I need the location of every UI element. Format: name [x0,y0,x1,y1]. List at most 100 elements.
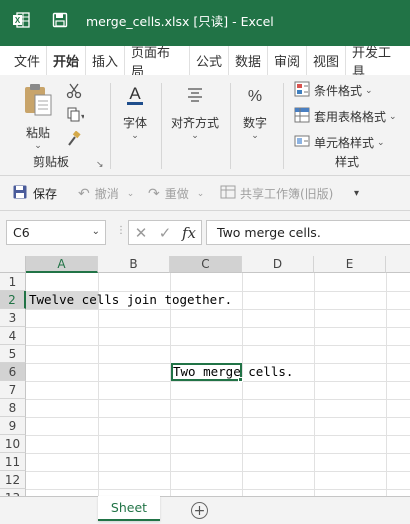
column-header-f[interactable] [386,256,410,273]
copy-icon[interactable]: ▾ [66,107,84,123]
name-box[interactable]: C6 ⌄ [6,220,106,245]
tab-page-layout[interactable]: 页面布局 [125,46,190,80]
format-as-table-button[interactable]: 套用表格格式 ⌄ [294,107,397,126]
active-cell-c6[interactable] [171,363,242,381]
qat-undo-button[interactable]: ↶ 撤消 ⌄ [78,176,134,211]
tab-view[interactable]: 视图 [307,46,346,75]
gridline [386,273,387,496]
fill-handle[interactable] [238,377,243,382]
qat-redo-label: 重做 [164,187,189,201]
excel-logo-icon: X [12,11,30,29]
gridline [26,309,410,310]
conditional-format-icon [294,81,310,100]
cell-styles-button[interactable]: 单元格样式 ⌄ [294,133,385,152]
format-painter-icon[interactable] [66,131,82,147]
qat-redo-button[interactable]: ↷ 重做 ⌄ [148,176,204,211]
gridline [26,453,410,454]
styles-group: 条件格式 ⌄ 套用表格格式 ⌄ 单元格样式 ⌄ 样式 [284,75,410,176]
paste-icon [22,83,54,120]
undo-dropdown-icon[interactable]: ⌄ [127,189,135,199]
row-header-10[interactable]: 10 [0,435,26,453]
svg-text:▾: ▾ [81,112,84,121]
percent-icon: % [244,83,266,110]
sheet-tab-sheet[interactable]: Sheet [98,496,160,521]
format-as-table-label: 套用表格格式 [314,110,387,124]
formula-buttons: ✕ ✓ fx [128,220,202,245]
tab-home[interactable]: 开始 [47,46,86,75]
column-header-a[interactable]: A [26,256,98,273]
title-bar: X merge_cells.xlsx [只读] - Excel [0,0,410,40]
formula-input[interactable]: Two merge cells. [206,220,410,245]
share-workbook-icon [220,184,236,203]
gridline [26,417,410,418]
alignment-dropdown-icon: ⌄ [191,131,199,141]
svg-text:%: % [248,88,262,105]
row-header-1[interactable]: 1 [0,273,26,291]
insert-function-icon[interactable]: fx [177,224,201,242]
column-header-c[interactable]: C [170,256,242,273]
cell-styles-icon [294,133,310,152]
confirm-icon[interactable]: ✓ [153,224,177,242]
alignment-label: 对齐方式 [171,116,220,130]
row-header-4[interactable]: 4 [0,327,26,345]
font-dropdown-icon: ⌄ [131,131,139,141]
tab-review[interactable]: 审阅 [268,46,307,75]
undo-icon: ↶ [78,185,90,202]
row-header-6[interactable]: 6 [0,363,26,381]
qat-save-label: 保存 [33,187,58,201]
paste-button[interactable]: 粘贴 ⌄ [22,83,54,151]
qat-save-button[interactable]: 保存 [12,176,57,211]
row-header-9[interactable]: 9 [0,417,26,435]
row-header-3[interactable]: 3 [0,309,26,327]
row-header-5[interactable]: 5 [0,345,26,363]
number-button[interactable]: % 数字 ⌄ [243,83,267,141]
tab-developer[interactable]: 开发工具 [346,46,410,80]
cancel-icon[interactable]: ✕ [129,224,153,242]
row-header-8[interactable]: 8 [0,399,26,417]
name-box-dropdown-icon[interactable]: ⌄ [92,226,100,237]
add-sheet-icon[interactable]: + [191,502,208,519]
formula-bar-grip-icon[interactable]: ⋮ [116,225,126,236]
qat-share-workbook-button[interactable]: 共享工作簿(旧版) [220,176,333,211]
alignment-button[interactable]: 对齐方式 ⌄ [171,83,219,141]
redo-dropdown-icon[interactable]: ⌄ [197,189,205,199]
font-color-icon: A [124,83,146,110]
row-header-2[interactable]: 2 [0,291,26,309]
clipboard-launcher-icon[interactable]: ↘ [96,160,104,170]
table-format-icon [294,107,310,126]
tab-file[interactable]: 文件 [8,46,47,75]
number-group: % 数字 ⌄ [231,75,283,176]
qat-undo-label: 撤消 [94,187,119,201]
cut-icon[interactable] [66,83,82,99]
column-header-d[interactable]: D [242,256,314,273]
font-button[interactable]: A 字体 ⌄ [123,83,147,141]
gridline [26,435,410,436]
conditional-format-label: 条件格式 [314,84,363,98]
tab-formulas[interactable]: 公式 [190,46,229,75]
conditional-format-button[interactable]: 条件格式 ⌄ [294,81,373,100]
gridline [26,327,410,328]
worksheet-grid[interactable]: A B C D E 1 2 3 4 5 6 7 8 9 10 11 12 13 … [0,256,410,496]
select-all-corner[interactable] [0,256,26,273]
paste-label: 粘贴 [25,126,50,140]
row-header-11[interactable]: 11 [0,453,26,471]
redo-icon: ↷ [148,185,160,202]
clipboard-group-label: 剪贴板 [32,155,69,169]
svg-text:A: A [129,84,141,103]
gridline [26,381,410,382]
row-header-13[interactable]: 13 [0,489,26,496]
row-header-7[interactable]: 7 [0,381,26,399]
gridline [314,273,315,496]
ribbon-tabs: 文件 开始 插入 页面布局 公式 数据 审阅 视图 开发工具 [8,46,410,80]
number-dropdown-icon: ⌄ [251,131,259,141]
sheet-tab-bar: Sheet + [0,496,410,524]
column-header-b[interactable]: B [98,256,170,273]
column-header-e[interactable]: E [314,256,386,273]
save-icon[interactable] [52,12,68,28]
qat-customize-icon[interactable]: ▾ [354,176,359,211]
tab-data[interactable]: 数据 [229,46,268,75]
tab-insert[interactable]: 插入 [86,46,125,75]
cell-styles-dropdown-icon: ⌄ [377,137,385,148]
row-header-12[interactable]: 12 [0,471,26,489]
paste-dropdown-icon[interactable]: ⌄ [34,141,42,151]
